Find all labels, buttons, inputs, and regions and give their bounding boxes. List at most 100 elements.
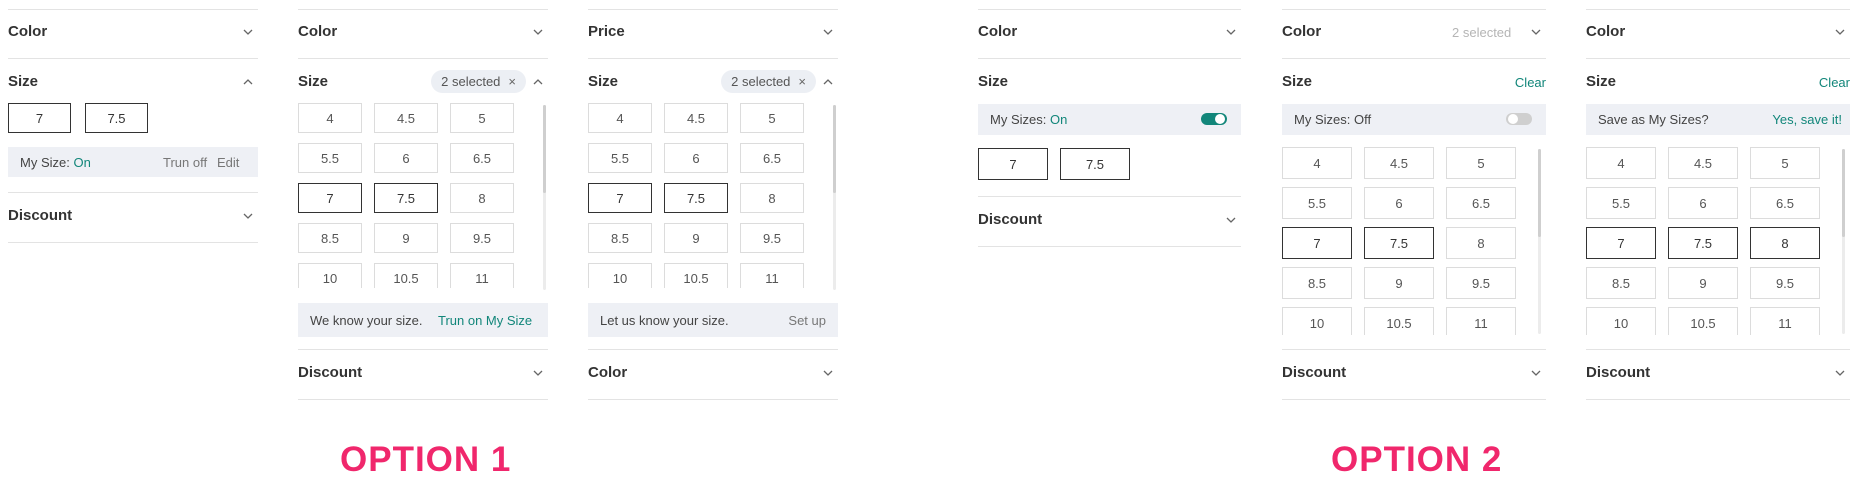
chevron-down-icon[interactable]	[1834, 367, 1846, 379]
size-option[interactable]: 10.5	[664, 263, 728, 288]
size-option[interactable]: 4	[588, 103, 652, 133]
size-option[interactable]: 5	[1446, 147, 1516, 179]
size-option[interactable]: 11	[1446, 307, 1516, 335]
size-option[interactable]: 4	[298, 103, 362, 133]
size-option[interactable]: 4	[1282, 147, 1352, 179]
clear-link[interactable]: Clear	[1515, 75, 1546, 90]
chevron-down-icon[interactable]	[1225, 26, 1237, 38]
size-option[interactable]: 10	[1586, 307, 1656, 335]
save-my-sizes-link[interactable]: Yes, save it!	[1772, 112, 1842, 127]
scrollbar[interactable]	[543, 105, 546, 290]
size-option[interactable]: 9	[1364, 267, 1434, 299]
set-up-link[interactable]: Set up	[788, 313, 826, 328]
size-option[interactable]: 6.5	[740, 143, 804, 173]
selected-count-pill[interactable]: 2 selected ×	[721, 70, 816, 93]
size-option[interactable]: 8.5	[298, 223, 362, 253]
size-option[interactable]: 9.5	[1750, 267, 1820, 299]
size-chip[interactable]: 7.5	[1060, 148, 1130, 180]
size-option[interactable]: 4	[1586, 147, 1656, 179]
size-option[interactable]: 10	[1282, 307, 1352, 335]
size-option[interactable]: 5	[1750, 147, 1820, 179]
size-option[interactable]: 11	[740, 263, 804, 288]
size-chip[interactable]: 7.5	[85, 103, 148, 133]
color-filter-row[interactable]: Color	[298, 9, 548, 59]
size-option[interactable]: 7.5	[1668, 227, 1738, 259]
size-option[interactable]: 5.5	[1282, 187, 1352, 219]
size-option[interactable]: 5	[450, 103, 514, 133]
clear-link[interactable]: Clear	[1819, 75, 1850, 90]
size-option[interactable]: 4.5	[1668, 147, 1738, 179]
discount-filter-row[interactable]: Discount	[1282, 350, 1546, 400]
size-option[interactable]: 7.5	[664, 183, 728, 213]
scrollbar[interactable]	[1842, 149, 1845, 334]
size-option[interactable]: 6	[374, 143, 438, 173]
turn-off-link[interactable]: Trun off	[163, 155, 207, 170]
size-option[interactable]: 9	[664, 223, 728, 253]
size-chip[interactable]: 7	[978, 148, 1048, 180]
size-option[interactable]: 10	[588, 263, 652, 288]
size-option[interactable]: 11	[450, 263, 514, 288]
size-option[interactable]: 9	[374, 223, 438, 253]
color-filter-row[interactable]: Color	[588, 350, 838, 400]
chevron-down-icon[interactable]	[822, 367, 834, 379]
size-option[interactable]: 7	[588, 183, 652, 213]
color-filter-row[interactable]: Color	[1586, 9, 1850, 59]
size-option[interactable]: 7	[1586, 227, 1656, 259]
discount-filter-row[interactable]: Discount	[8, 193, 258, 243]
size-option[interactable]: 8.5	[1282, 267, 1352, 299]
color-filter-row[interactable]: Color 2 selected	[1282, 9, 1546, 59]
chevron-up-icon[interactable]	[242, 76, 254, 88]
chevron-down-icon[interactable]	[822, 26, 834, 38]
size-chip[interactable]: 7	[8, 103, 71, 133]
size-option[interactable]: 8	[1750, 227, 1820, 259]
size-option[interactable]: 8	[450, 183, 514, 213]
chevron-down-icon[interactable]	[1834, 26, 1846, 38]
discount-filter-row[interactable]: Discount	[978, 197, 1241, 247]
size-option[interactable]: 5.5	[1586, 187, 1656, 219]
size-option[interactable]: 8.5	[588, 223, 652, 253]
chevron-down-icon[interactable]	[1530, 26, 1542, 38]
selected-count-pill[interactable]: 2 selected ×	[431, 70, 526, 93]
size-option[interactable]: 9.5	[740, 223, 804, 253]
chevron-down-icon[interactable]	[1225, 214, 1237, 226]
clear-selection-icon[interactable]: ×	[508, 74, 516, 89]
size-option[interactable]: 8	[740, 183, 804, 213]
clear-selection-icon[interactable]: ×	[798, 74, 806, 89]
size-option[interactable]: 10.5	[374, 263, 438, 288]
edit-link[interactable]: Edit	[217, 155, 239, 170]
size-option[interactable]: 8	[1446, 227, 1516, 259]
size-option[interactable]: 10	[298, 263, 362, 288]
size-option[interactable]: 6	[664, 143, 728, 173]
size-option[interactable]: 7	[298, 183, 362, 213]
discount-filter-row[interactable]: Discount	[1586, 350, 1850, 400]
size-option[interactable]: 11	[1750, 307, 1820, 335]
color-filter-row[interactable]: Color	[8, 9, 258, 59]
size-option[interactable]: 7.5	[374, 183, 438, 213]
size-option[interactable]: 7.5	[1364, 227, 1434, 259]
size-option[interactable]: 8.5	[1586, 267, 1656, 299]
size-option[interactable]: 10.5	[1668, 307, 1738, 335]
size-option[interactable]: 6	[1364, 187, 1434, 219]
size-option[interactable]: 10.5	[1364, 307, 1434, 335]
scrollbar[interactable]	[833, 105, 836, 290]
my-sizes-toggle[interactable]	[1201, 113, 1227, 125]
size-option[interactable]: 5.5	[298, 143, 362, 173]
size-option[interactable]: 5.5	[588, 143, 652, 173]
my-sizes-toggle[interactable]	[1506, 113, 1532, 125]
size-option[interactable]: 9	[1668, 267, 1738, 299]
price-filter-row[interactable]: Price	[588, 9, 838, 59]
size-option[interactable]: 7	[1282, 227, 1352, 259]
chevron-down-icon[interactable]	[532, 367, 544, 379]
size-option[interactable]: 5	[740, 103, 804, 133]
chevron-down-icon[interactable]	[1530, 367, 1542, 379]
size-option[interactable]: 4.5	[664, 103, 728, 133]
chevron-down-icon[interactable]	[532, 26, 544, 38]
size-option[interactable]: 6	[1668, 187, 1738, 219]
chevron-down-icon[interactable]	[242, 210, 254, 222]
discount-filter-row[interactable]: Discount	[298, 350, 548, 400]
chevron-down-icon[interactable]	[242, 26, 254, 38]
size-option[interactable]: 4.5	[1364, 147, 1434, 179]
chevron-up-icon[interactable]	[532, 76, 544, 88]
chevron-up-icon[interactable]	[822, 76, 834, 88]
size-option[interactable]: 6.5	[450, 143, 514, 173]
